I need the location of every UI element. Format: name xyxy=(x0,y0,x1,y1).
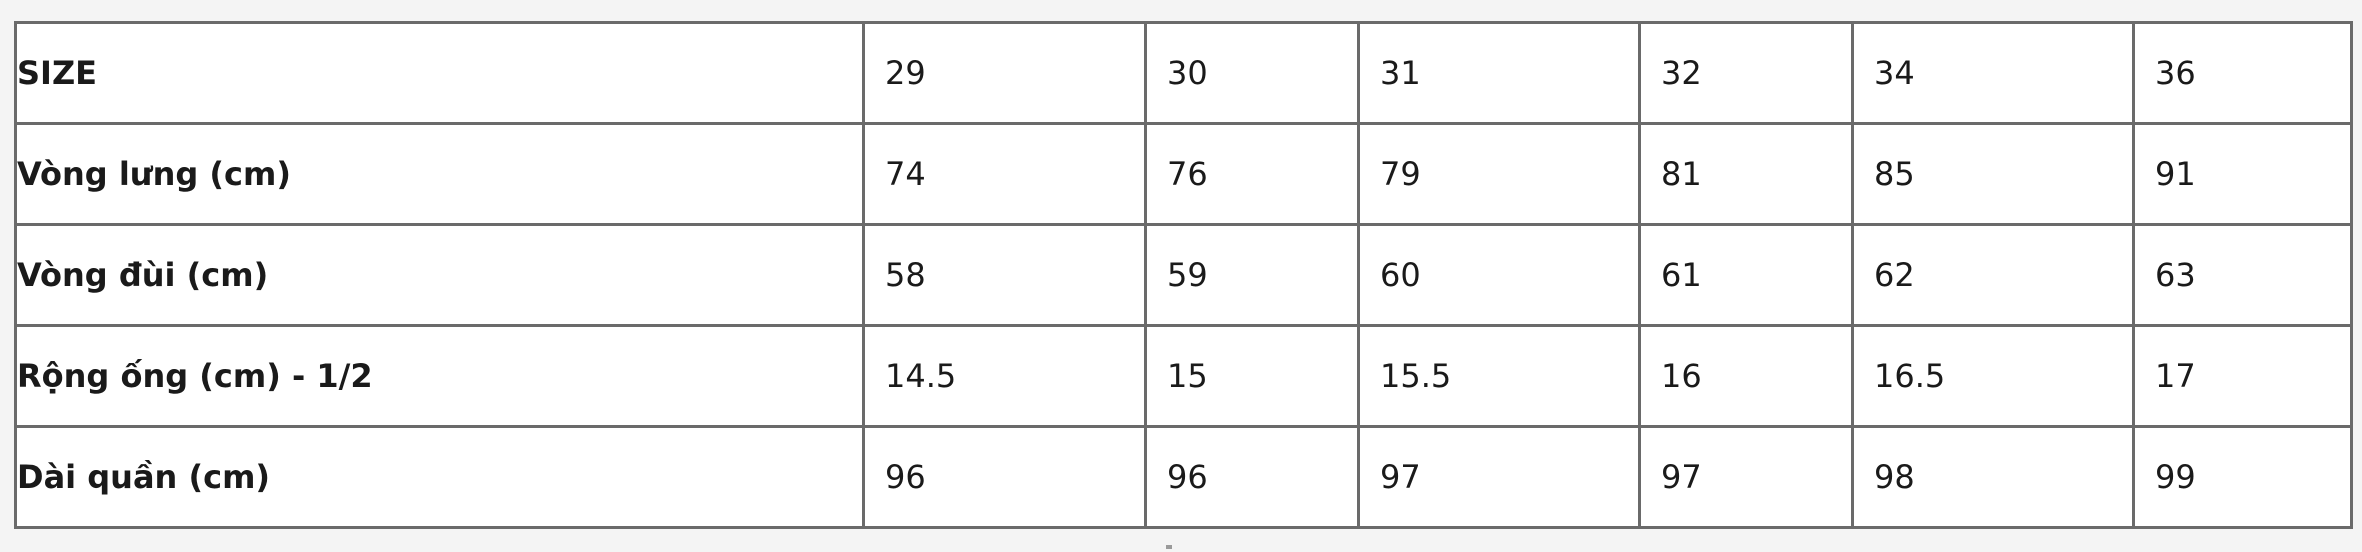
table-cell: 61 xyxy=(1638,223,1854,327)
table-cell: 16.5 xyxy=(1851,324,2135,428)
table-cell: 96 xyxy=(1144,425,1360,529)
table-cell: 98 xyxy=(1851,425,2135,529)
bottom-mark xyxy=(1166,545,1172,549)
table-row-thigh: Vòng đùi (cm) 58 59 60 61 62 63 xyxy=(14,223,2353,327)
table-cell: 32 xyxy=(1638,21,1854,125)
table-cell: 15.5 xyxy=(1357,324,1641,428)
table-cell: 97 xyxy=(1638,425,1854,529)
page: SIZE 29 30 31 32 34 36 Vòng lưng (cm) 74… xyxy=(0,0,2362,552)
row-label: Rộng ống (cm) - 1/2 xyxy=(14,324,865,428)
table-cell: 76 xyxy=(1144,122,1360,226)
table-cell: 96 xyxy=(862,425,1147,529)
table-cell: 17 xyxy=(2132,324,2353,428)
table-cell: 97 xyxy=(1357,425,1641,529)
row-label: Dài quần (cm) xyxy=(14,425,865,529)
row-label: SIZE xyxy=(14,21,865,125)
table-cell: 15 xyxy=(1144,324,1360,428)
row-label: Vòng đùi (cm) xyxy=(14,223,865,327)
table-cell: 31 xyxy=(1357,21,1641,125)
table-cell: 63 xyxy=(2132,223,2353,327)
table-row-length: Dài quần (cm) 96 96 97 97 98 99 xyxy=(14,425,2353,529)
table-cell: 16 xyxy=(1638,324,1854,428)
row-label: Vòng lưng (cm) xyxy=(14,122,865,226)
table-row-size: SIZE 29 30 31 32 34 36 xyxy=(14,21,2353,125)
table-cell: 60 xyxy=(1357,223,1641,327)
table-row-leg-opening: Rộng ống (cm) - 1/2 14.5 15 15.5 16 16.5… xyxy=(14,324,2353,428)
table-cell: 34 xyxy=(1851,21,2135,125)
table-row-waist: Vòng lưng (cm) 74 76 79 81 85 91 xyxy=(14,122,2353,226)
table-cell: 62 xyxy=(1851,223,2135,327)
table-cell: 30 xyxy=(1144,21,1360,125)
table-cell: 81 xyxy=(1638,122,1854,226)
table-cell: 36 xyxy=(2132,21,2353,125)
table-cell: 74 xyxy=(862,122,1147,226)
table-cell: 14.5 xyxy=(862,324,1147,428)
table-cell: 29 xyxy=(862,21,1147,125)
table-cell: 58 xyxy=(862,223,1147,327)
table-cell: 59 xyxy=(1144,223,1360,327)
table-cell: 99 xyxy=(2132,425,2353,529)
table-cell: 79 xyxy=(1357,122,1641,226)
table-cell: 91 xyxy=(2132,122,2353,226)
table-cell: 85 xyxy=(1851,122,2135,226)
size-chart-table: SIZE 29 30 31 32 34 36 Vòng lưng (cm) 74… xyxy=(14,21,2353,529)
